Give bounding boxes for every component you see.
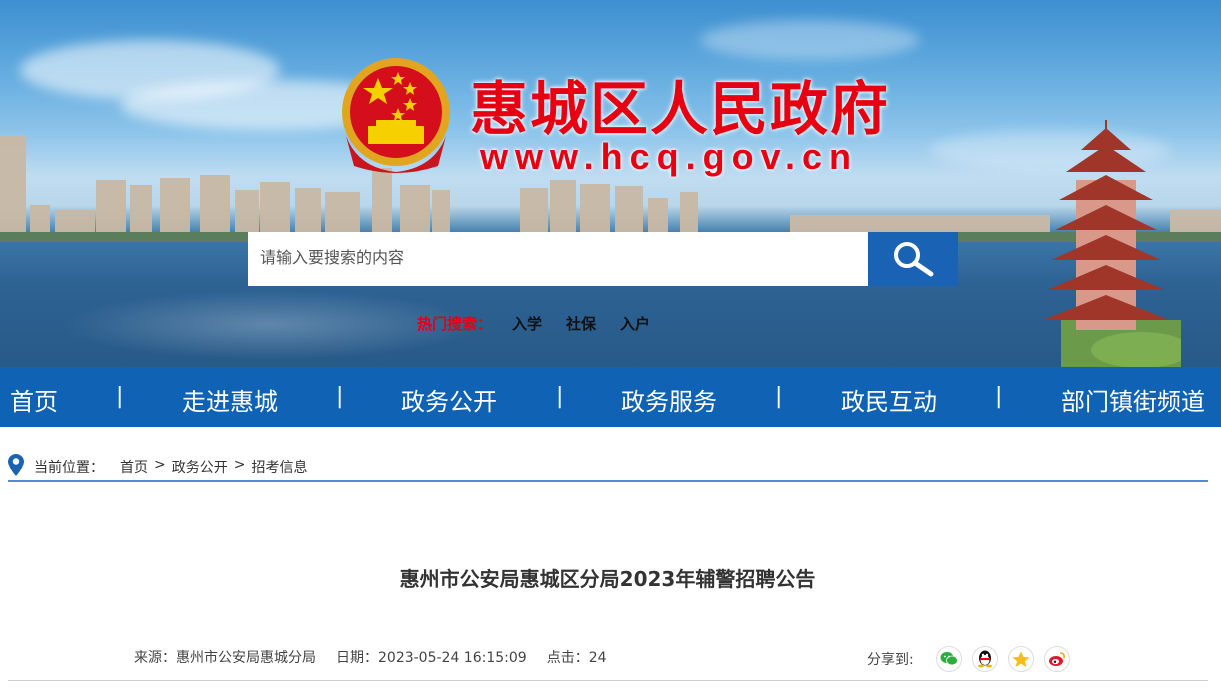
nav-separator: |: [775, 384, 783, 409]
article-title: 惠州市公安局惠城区分局2023年辅警招聘公告: [399, 567, 816, 591]
pagoda-image: [1043, 120, 1181, 367]
article-meta: 来源：惠州市公安局惠城分局 日期：2023-05-24 16:15:09 点击：…: [134, 647, 627, 667]
location-pin-icon: [8, 454, 24, 476]
main-nav: 首页 | 走进惠城 | 政务公开 | 政务服务 | 政民互动 | 部门镇街频道: [0, 367, 1221, 427]
article-source: 来源：惠州市公安局惠城分局: [134, 650, 316, 666]
nav-separator: |: [995, 384, 1003, 409]
search-button[interactable]: [868, 232, 958, 286]
breadcrumb-separator: >: [233, 457, 246, 473]
site-url: www.hcq.gov.cn: [480, 136, 859, 177]
share-bar: 分享到:: [867, 646, 1080, 672]
wechat-icon[interactable]: [935, 646, 962, 672]
hot-search-label: 热门搜索：: [417, 315, 493, 333]
nav-item-gov-services[interactable]: 政务服务: [621, 382, 717, 417]
breadcrumb: 当前位置： 首页 > 政务公开 > 招考信息: [8, 454, 1208, 482]
national-emblem-icon: [342, 58, 450, 173]
breadcrumb-label: 当前位置：: [34, 460, 104, 476]
search-input[interactable]: [248, 232, 868, 286]
nav-item-departments[interactable]: 部门镇街频道: [1061, 382, 1205, 417]
breadcrumb-link[interactable]: 政务公开: [172, 457, 228, 477]
qq-icon[interactable]: [971, 646, 998, 672]
weibo-icon[interactable]: [1043, 646, 1070, 672]
breadcrumb-link[interactable]: 招考信息: [251, 457, 307, 477]
search-icon: [894, 242, 934, 277]
nav-item-gov-affairs[interactable]: 政务公开: [401, 382, 497, 417]
hot-search-bar: 热门搜索： 入学 社保 入户: [417, 313, 674, 334]
nav-item-home[interactable]: 首页: [10, 382, 58, 417]
nav-item-interaction[interactable]: 政民互动: [841, 382, 937, 417]
nav-item-about[interactable]: 走进惠城: [182, 382, 278, 417]
header-banner: 惠城区人民政府 www.hcq.gov.cn 热门搜索： 入学 社保 入户: [0, 0, 1221, 367]
hot-search-item[interactable]: 社保: [566, 313, 596, 334]
article-date: 日期：2023-05-24 16:15:09: [336, 650, 527, 666]
site-title: 惠城区人民政府: [470, 75, 891, 143]
nav-separator: |: [116, 384, 124, 409]
article-clicks: 点击：24: [546, 650, 607, 666]
qzone-icon[interactable]: [1007, 646, 1034, 672]
nav-separator: |: [336, 384, 344, 409]
hot-search-item[interactable]: 入学: [512, 313, 542, 334]
share-label: 分享到:: [867, 652, 914, 668]
hot-search-item[interactable]: 入户: [620, 313, 650, 334]
breadcrumb-separator: >: [154, 457, 166, 473]
divider: [8, 680, 1208, 681]
breadcrumb-link[interactable]: 首页: [120, 457, 148, 477]
nav-separator: |: [556, 384, 564, 409]
